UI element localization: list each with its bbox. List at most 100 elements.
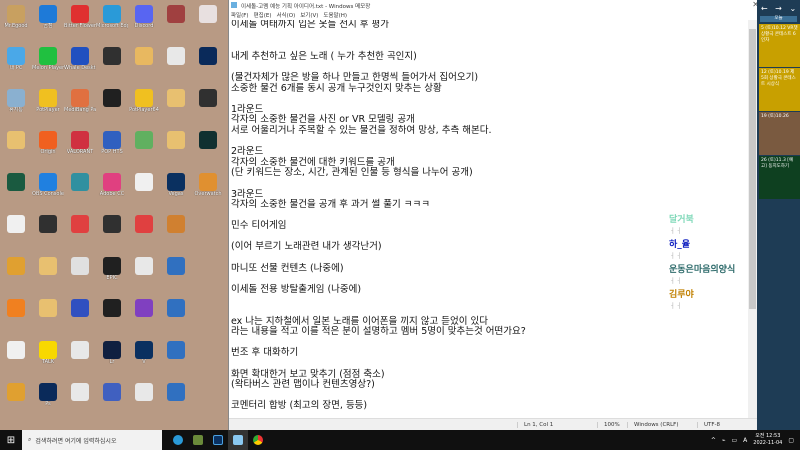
desktop-icon[interactable] xyxy=(0,339,32,379)
desktop-icon[interactable] xyxy=(128,45,160,85)
taskbar-chrome[interactable] xyxy=(248,430,268,450)
desktop-icon[interactable]: Whale Desktop xyxy=(64,45,96,85)
desktop-icon[interactable] xyxy=(96,381,128,421)
desktop-icon[interactable] xyxy=(192,129,224,169)
desktop-icon[interactable] xyxy=(64,255,96,295)
desktop-icon[interactable]: PotPlayer64 xyxy=(128,87,160,127)
search-icon: ⌕ xyxy=(28,436,32,443)
desktop-icon[interactable]: 곰캠 xyxy=(32,3,64,43)
prev-arrow-icon[interactable]: ← xyxy=(761,4,768,13)
today-button[interactable]: 오늘 xyxy=(760,16,797,22)
desktop-icon[interactable] xyxy=(32,297,64,337)
desktop-icon[interactable] xyxy=(0,213,32,253)
app-icon xyxy=(71,47,89,65)
desktop-icon[interactable] xyxy=(64,213,96,253)
desktop-icon[interactable] xyxy=(64,339,96,379)
desktop-icon[interactable] xyxy=(128,213,160,253)
taskbar-edge[interactable] xyxy=(168,430,188,450)
desktop-icon[interactable] xyxy=(192,255,224,295)
desktop-icon[interactable] xyxy=(192,3,224,43)
next-arrow-icon[interactable]: → xyxy=(775,4,782,13)
desktop-icon[interactable] xyxy=(160,87,192,127)
menu-file[interactable]: 파일(F) xyxy=(231,11,249,19)
desktop-icon[interactable] xyxy=(160,129,192,169)
desktop-icon[interactable] xyxy=(128,129,160,169)
windows-start-icon[interactable]: ⊞ xyxy=(0,435,22,446)
desktop-icon[interactable] xyxy=(160,297,192,337)
desktop-icon[interactable] xyxy=(96,45,128,85)
menu-format[interactable]: 서식(O) xyxy=(276,11,295,19)
chevron-down-icon[interactable]: ⌄ xyxy=(789,4,796,13)
desktop-icon[interactable]: MediBang Paint Pro xyxy=(64,87,96,127)
menu-help[interactable]: 도움말(H) xyxy=(323,11,347,19)
desktop-icon[interactable] xyxy=(192,297,224,337)
desktop-icon[interactable]: EPIC xyxy=(96,255,128,295)
calendar-event[interactable]: 12 (토)10.19 제 5회 상황극 콘테스트 시상식 xyxy=(759,68,800,111)
search-box[interactable]: ⌕ 검색하려면 여기에 입력하십시오 xyxy=(22,430,162,450)
desktop-icon[interactable]: Origin xyxy=(32,129,64,169)
network-icon[interactable]: ⌁ xyxy=(722,437,726,444)
chevron-up-icon[interactable]: ^ xyxy=(711,437,716,444)
desktop-icon[interactable] xyxy=(96,297,128,337)
desktop-icon[interactable] xyxy=(192,213,224,253)
vertical-scrollbar[interactable] xyxy=(748,20,757,418)
taskbar-notepad[interactable] xyxy=(228,430,248,450)
desktop-icon[interactable] xyxy=(192,339,224,379)
desktop-icon[interactable]: TALK xyxy=(32,339,64,379)
desktop-icon[interactable] xyxy=(160,381,192,421)
desktop-icon[interactable] xyxy=(128,297,160,337)
desktop-icon[interactable]: POP HTS xyxy=(96,129,128,169)
desktop-icon[interactable] xyxy=(64,381,96,421)
desktop-icon[interactable] xyxy=(32,213,64,253)
calendar-event[interactable]: 26 (토)11.3 [예고] 동지도하기 xyxy=(759,156,800,199)
taskbar-minecraft[interactable] xyxy=(188,430,208,450)
desktop-icon[interactable] xyxy=(0,171,32,211)
desktop-icon[interactable]: Ps xyxy=(32,381,64,421)
menu-view[interactable]: 보기(V) xyxy=(300,11,318,19)
desktop-icon[interactable] xyxy=(96,213,128,253)
scrollbar-thumb[interactable] xyxy=(749,29,756,309)
ime-indicator[interactable]: A xyxy=(743,437,747,444)
calendar-event[interactable]: 5 (토)10.12 VR챗 상황극 콘테스트 6인자 xyxy=(759,24,800,67)
desktop-icon[interactable] xyxy=(160,3,192,43)
desktop-icon[interactable] xyxy=(64,171,96,211)
desktop-icon[interactable] xyxy=(96,87,128,127)
desktop-icon[interactable] xyxy=(192,45,224,85)
desktop-icon[interactable] xyxy=(160,255,192,295)
desktop-icon[interactable] xyxy=(32,255,64,295)
desktop-icon[interactable] xyxy=(0,297,32,337)
desktop-icon[interactable]: Discord xyxy=(128,3,160,43)
notification-icon[interactable]: ▢ xyxy=(788,437,794,444)
desktop-icon[interactable]: Melon Player xyxy=(32,45,64,85)
desktop-icon[interactable] xyxy=(64,297,96,337)
desktop-icon[interactable]: V xyxy=(128,339,160,379)
desktop-icon[interactable] xyxy=(160,339,192,379)
desktop-icon[interactable] xyxy=(0,255,32,295)
desktop-icon[interactable] xyxy=(128,171,160,211)
desktop-icon[interactable]: 내 PC xyxy=(0,45,32,85)
desktop-icon[interactable]: Mr.Egood xyxy=(0,3,32,43)
desktop-icon[interactable]: Bitter Flower xyxy=(64,3,96,43)
desktop-icon[interactable]: VALORANT xyxy=(64,129,96,169)
taskbar-vegas[interactable] xyxy=(208,430,228,450)
desktop-icon[interactable] xyxy=(192,87,224,127)
desktop-icon[interactable] xyxy=(128,255,160,295)
desktop-icon[interactable] xyxy=(0,129,32,169)
desktop-icon[interactable]: PotPlayer xyxy=(32,87,64,127)
clock[interactable]: 오전 12:53 2022-11-04 xyxy=(753,433,782,447)
desktop-icon[interactable]: OBS Console xyxy=(32,171,64,211)
desktop-icon[interactable] xyxy=(192,381,224,421)
desktop-icon[interactable]: Overwatch xyxy=(192,171,224,211)
keyboard-icon[interactable]: ▭ xyxy=(731,437,737,444)
calendar-event[interactable]: 19 (토)10.26 xyxy=(759,112,800,155)
desktop-icon[interactable]: Lr xyxy=(96,339,128,379)
desktop-icon[interactable] xyxy=(128,381,160,421)
desktop-icon[interactable]: Microsoft Edge xyxy=(96,3,128,43)
menu-edit[interactable]: 편집(E) xyxy=(254,11,272,19)
desktop-icon[interactable]: Adobe CC xyxy=(96,171,128,211)
desktop-icon[interactable] xyxy=(160,45,192,85)
desktop-icon[interactable]: Vegas xyxy=(160,171,192,211)
desktop-icon[interactable]: 휴지통 xyxy=(0,87,32,127)
desktop-icon[interactable] xyxy=(0,381,32,421)
desktop-icon[interactable] xyxy=(160,213,192,253)
